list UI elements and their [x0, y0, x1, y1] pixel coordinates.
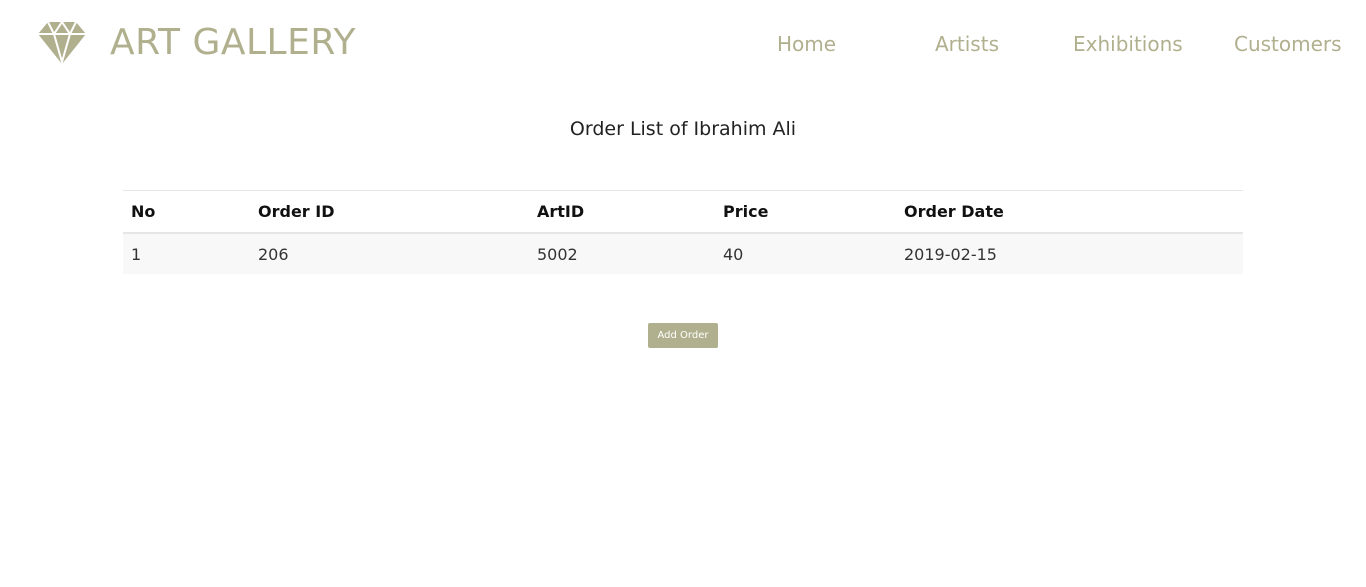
cell-order-id: 206: [250, 233, 529, 274]
cell-no: 1: [123, 233, 250, 274]
column-header-no: No: [123, 190, 250, 234]
column-header-art-id: ArtID: [529, 190, 715, 234]
nav-item-customers[interactable]: Customers: [1234, 31, 1342, 57]
orders-table: No Order ID ArtID Price Order Date 1 206…: [123, 190, 1243, 274]
cell-order-date: 2019-02-15: [896, 233, 1243, 274]
cell-art-id: 5002: [529, 233, 715, 274]
diamond-icon[interactable]: [38, 22, 86, 64]
table-header-row: No Order ID ArtID Price Order Date: [123, 190, 1243, 234]
site-header: ART GALLERY Home Artists Exhibitions Cus…: [0, 0, 1366, 88]
table-row: 1 206 5002 40 2019-02-15: [123, 233, 1243, 274]
column-header-order-date: Order Date: [896, 190, 1243, 234]
cell-price: 40: [715, 233, 896, 274]
nav-item-exhibitions[interactable]: Exhibitions: [1073, 31, 1183, 57]
add-order-button[interactable]: Add Order: [648, 323, 718, 348]
nav-item-artists[interactable]: Artists: [935, 31, 999, 57]
page-title: Order List of Ibrahim Ali: [569, 118, 797, 140]
nav-item-home[interactable]: Home: [777, 31, 836, 57]
column-header-order-id: Order ID: [250, 190, 529, 234]
column-header-price: Price: [715, 190, 896, 234]
brand-title[interactable]: ART GALLERY: [110, 21, 356, 65]
